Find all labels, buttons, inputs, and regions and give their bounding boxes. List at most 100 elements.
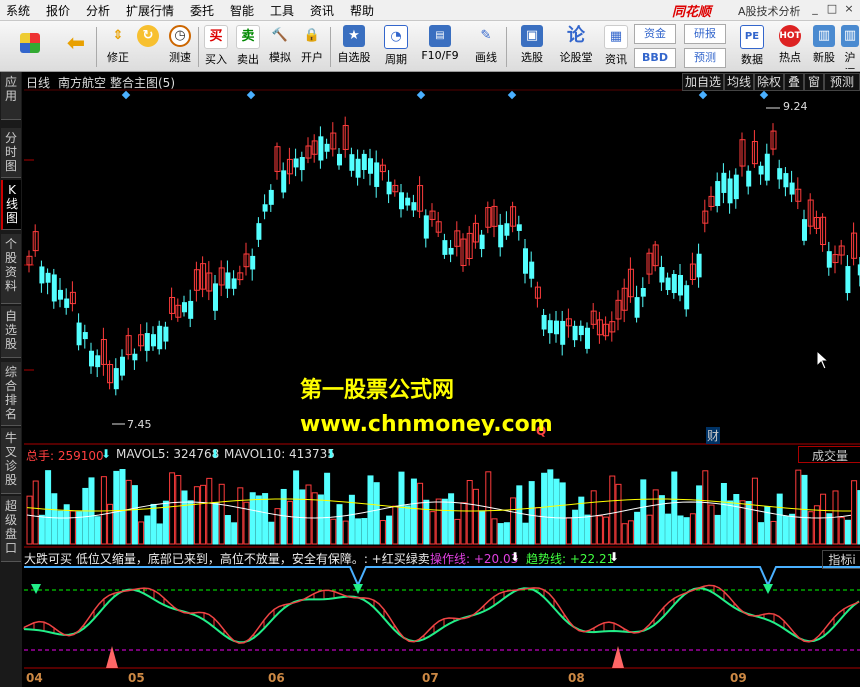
volume-bar: [522, 522, 529, 545]
low-price-label: 7.45: [127, 418, 152, 431]
volume-bar: [851, 480, 858, 545]
down-arrow-icon: ⬇: [101, 447, 112, 461]
down-arrow-icon: ⬇: [510, 550, 521, 564]
candle-down: [182, 302, 187, 313]
indicator-button[interactable]: 指标i: [822, 550, 860, 569]
trend-line-label: 趋势线: +22.21: [526, 552, 615, 566]
main-chart-name: 整合主图(5): [110, 76, 175, 90]
candle-down: [293, 158, 299, 168]
operation-line: [23, 584, 860, 644]
finance-marker[interactable]: 财: [706, 427, 721, 444]
candle-down: [572, 325, 578, 341]
volume-bar: [386, 515, 393, 545]
volume-bar: [503, 522, 510, 545]
ex-rights-button[interactable]: 除权: [754, 73, 784, 91]
volume-bar: [466, 480, 473, 545]
candle-down: [665, 277, 671, 291]
volume-bar: [429, 511, 436, 545]
volume-bar: [32, 480, 39, 545]
event-marker-icon: [698, 90, 708, 100]
kline-chart-canvas[interactable]: [0, 0, 860, 687]
watermark-url: www.chnmoney.com: [300, 412, 553, 437]
candle-down: [231, 278, 237, 289]
volume-bar: [609, 475, 616, 545]
volume-indicator-button[interactable]: 成交量: [798, 446, 860, 463]
volume-bar: [324, 472, 331, 545]
volume-bar: [702, 470, 709, 545]
predict-button[interactable]: 预测: [824, 73, 860, 91]
volume-header: 总手: 259100 ⬇ MAVOL5: 324768 ⬇ MAVOL10: 4…: [24, 446, 860, 463]
add-watchlist-button[interactable]: 加自选: [682, 73, 724, 91]
volume-bar: [441, 498, 448, 545]
volume-bar: [57, 510, 64, 545]
volume-bar: [125, 479, 132, 545]
candle-down: [45, 272, 51, 283]
candle-down: [640, 287, 646, 297]
date-label: 09: [730, 671, 747, 685]
candle-down: [783, 173, 789, 188]
candle-down: [324, 143, 330, 152]
volume-bar: [528, 481, 535, 545]
volume-bar: [45, 470, 52, 545]
candle-down: [523, 248, 528, 274]
candle-down: [374, 162, 380, 187]
volume-bar: [603, 516, 610, 545]
candle-down: [560, 320, 566, 345]
sell-arrow-icon: [353, 584, 363, 594]
candle-down: [547, 320, 553, 334]
date-label: 08: [568, 671, 585, 685]
volume-bar: [249, 492, 256, 545]
volume-bar: [280, 488, 287, 545]
signal-top-line: [24, 566, 860, 588]
candle-down: [89, 350, 94, 367]
volume-bar: [733, 494, 740, 545]
candle-down: [777, 168, 783, 180]
overlay-button[interactable]: 叠: [784, 73, 804, 91]
volume-bar: [627, 520, 634, 545]
candle-down: [554, 320, 559, 335]
candle-down: [789, 182, 795, 195]
volume-bar: [293, 470, 300, 545]
candle-down: [120, 356, 125, 376]
volume-bar: [398, 471, 405, 545]
volume-bar: [696, 485, 703, 545]
volume-bar: [491, 518, 498, 545]
volume-bar: [262, 493, 269, 545]
volume-bar: [541, 472, 548, 545]
candle-down: [268, 189, 274, 205]
volume-bar: [299, 489, 306, 545]
volume-bar: [268, 521, 275, 545]
volume-bar: [417, 482, 424, 545]
candle-down: [64, 298, 70, 308]
volume-bar: [634, 511, 641, 545]
volume-bar: [646, 514, 653, 545]
event-marker-icon: [246, 90, 256, 100]
window-button[interactable]: 窗: [804, 73, 824, 91]
volume-bar: [435, 498, 442, 545]
volume-bar: [820, 493, 827, 545]
candle-down: [826, 251, 832, 268]
volume-bar: [336, 504, 343, 545]
volume-bar: [758, 522, 765, 545]
volume-bar: [727, 500, 734, 545]
volume-bar: [169, 472, 176, 545]
date-axis: 04 05 06 07 08 09: [24, 671, 860, 687]
watermark-title: 第一股票公式网: [300, 378, 455, 403]
candle-down: [337, 153, 342, 166]
volume-bar: [844, 519, 851, 545]
volume-bar: [131, 485, 138, 545]
volume-bar: [423, 499, 430, 545]
volume-bar: [689, 513, 696, 545]
buy-arrow-icon: [612, 646, 624, 668]
mouse-cursor-icon: [816, 350, 830, 370]
op-line-label: 操作线: +20.03: [430, 552, 519, 566]
volume-bar: [286, 500, 293, 545]
mavol10-label: MAVOL10: 413735: [224, 447, 335, 461]
ma-button[interactable]: 均线: [724, 73, 754, 91]
candle-down: [721, 172, 727, 193]
volume-bar: [510, 497, 517, 545]
candle-down: [423, 215, 429, 239]
candle-down: [76, 322, 82, 346]
candle-down: [802, 219, 807, 241]
candle-down: [256, 223, 262, 240]
